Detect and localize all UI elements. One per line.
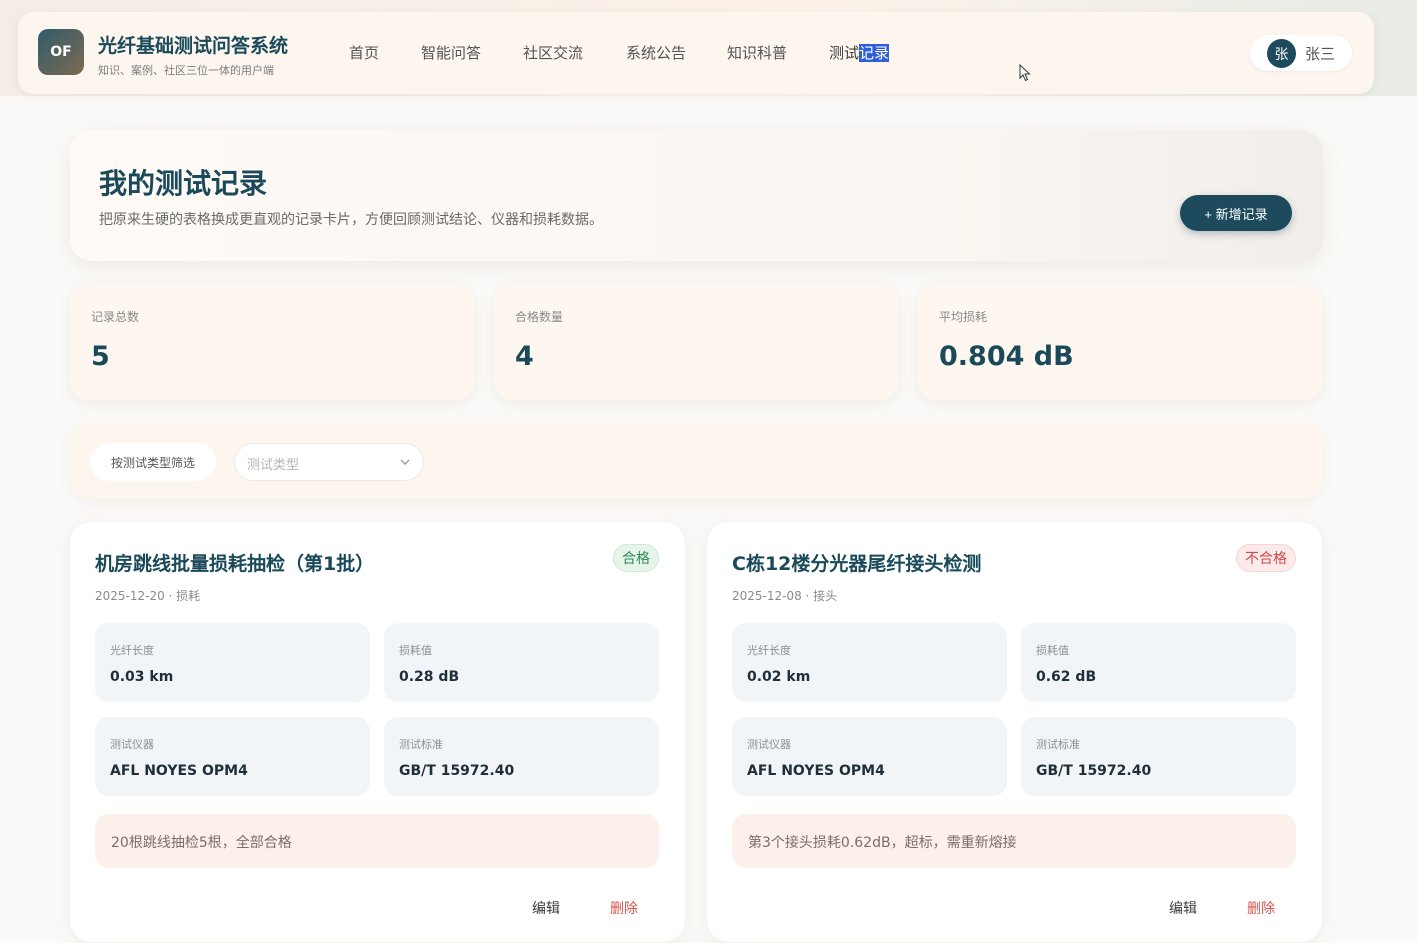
- page-header-card: 我的测试记录 把原来生硬的表格换成更直观的记录卡片，方便回顾测试结论、仪器和损耗…: [70, 130, 1323, 261]
- record-note-text: 20根跳线抽检5根，全部合格: [111, 835, 292, 851]
- field-fiber-length: 光纤长度 0.03 km: [95, 623, 370, 702]
- filter-by-type-chip[interactable]: 按测试类型筛选: [90, 443, 216, 481]
- top-navbar: OF 光纤基础测试问答系统 知识、案例、社区三位一体的用户端 首页 智能问答 社…: [18, 12, 1374, 94]
- mouse-cursor-icon: [1019, 64, 1031, 82]
- field-label: 光纤长度: [110, 644, 154, 657]
- field-value: GB/T 15972.40: [1036, 763, 1152, 779]
- page-description: 把原来生硬的表格换成更直观的记录卡片，方便回顾测试结论、仪器和损耗数据。: [99, 212, 603, 228]
- field-label: 损耗值: [399, 644, 432, 657]
- record-title: C栋12楼分光器尾纤接头检测: [732, 553, 982, 575]
- app-title: 光纤基础测试问答系统: [98, 35, 289, 57]
- edit-button[interactable]: 编辑: [532, 898, 560, 918]
- field-label: 测试标准: [1036, 738, 1080, 751]
- record-note: 20根跳线抽检5根，全部合格: [95, 814, 659, 868]
- field-fiber-length: 光纤长度 0.02 km: [732, 623, 1007, 702]
- field-loss-value: 损耗值 0.62 dB: [1021, 623, 1296, 702]
- field-label: 损耗值: [1036, 644, 1069, 657]
- filter-bar: 按测试类型筛选 测试类型: [70, 424, 1323, 499]
- stat-label: 记录总数: [91, 310, 140, 324]
- avatar: 张: [1267, 39, 1296, 68]
- text-selection-highlight: 记录: [859, 44, 890, 62]
- field-value: 0.02 km: [747, 669, 811, 685]
- field-instrument: 测试仪器 AFL NOYES OPM4: [732, 717, 1007, 796]
- app-subtitle: 知识、案例、社区三位一体的用户端: [98, 64, 274, 77]
- field-label: 测试标准: [399, 738, 443, 751]
- record-note-text: 第3个接头损耗0.62dB，超标，需重新熔接: [748, 835, 1017, 851]
- app-logo[interactable]: OF: [38, 29, 84, 75]
- edit-button[interactable]: 编辑: [1169, 898, 1197, 918]
- field-label: 测试仪器: [747, 738, 791, 751]
- add-record-button[interactable]: + 新增记录: [1180, 195, 1292, 231]
- stat-label: 合格数量: [515, 310, 564, 324]
- nav-item-test-records-label: 测试: [829, 44, 860, 62]
- stat-card-passed: 合格数量 4: [494, 285, 898, 400]
- field-standard: 测试标准 GB/T 15972.40: [1021, 717, 1296, 796]
- stat-value: 4: [515, 341, 534, 372]
- stat-card-avg-loss: 平均损耗 0.804 dB: [918, 285, 1322, 400]
- test-type-placeholder: 测试类型: [247, 458, 300, 473]
- record-title: 机房跳线批量损耗抽检（第1批）: [95, 553, 375, 575]
- user-menu[interactable]: 张 张三: [1250, 35, 1352, 71]
- record-note: 第3个接头损耗0.62dB，超标，需重新熔接: [732, 814, 1296, 868]
- record-card: 机房跳线批量损耗抽检（第1批） 合格 2025-12-20 · 损耗 光纤长度 …: [70, 522, 685, 942]
- delete-button[interactable]: 删除: [1247, 898, 1275, 918]
- nav-item-knowledge[interactable]: 知识科普: [727, 42, 787, 63]
- nav-item-home[interactable]: 首页: [349, 42, 379, 63]
- field-label: 测试仪器: [110, 738, 154, 751]
- delete-button[interactable]: 删除: [610, 898, 638, 918]
- field-value: 0.28 dB: [399, 669, 460, 685]
- field-value: AFL NOYES OPM4: [747, 763, 885, 779]
- nav-item-announcements[interactable]: 系统公告: [626, 42, 686, 63]
- status-badge: 合格: [613, 544, 659, 572]
- field-loss-value: 损耗值 0.28 dB: [384, 623, 659, 702]
- chevron-down-icon: [400, 459, 410, 465]
- stat-label: 平均损耗: [939, 310, 988, 324]
- nav-item-smart-qa[interactable]: 智能问答: [421, 42, 481, 63]
- status-badge: 不合格: [1236, 544, 1296, 572]
- page-title: 我的测试记录: [99, 167, 268, 200]
- stat-value: 0.804 dB: [939, 341, 1074, 372]
- field-value: GB/T 15972.40: [399, 763, 515, 779]
- stat-card-total: 记录总数 5: [70, 285, 474, 400]
- nav-item-test-records[interactable]: 测试记录: [829, 42, 890, 63]
- record-meta: 2025-12-20 · 损耗: [95, 589, 201, 603]
- user-name: 张三: [1305, 45, 1336, 63]
- stat-value: 5: [91, 341, 110, 372]
- field-value: AFL NOYES OPM4: [110, 763, 248, 779]
- field-standard: 测试标准 GB/T 15972.40: [384, 717, 659, 796]
- field-label: 光纤长度: [747, 644, 791, 657]
- record-meta: 2025-12-08 · 接头: [732, 589, 838, 603]
- record-card: C栋12楼分光器尾纤接头检测 不合格 2025-12-08 · 接头 光纤长度 …: [707, 522, 1322, 942]
- field-value: 0.62 dB: [1036, 669, 1097, 685]
- nav-item-community[interactable]: 社区交流: [523, 42, 583, 63]
- field-instrument: 测试仪器 AFL NOYES OPM4: [95, 717, 370, 796]
- field-value: 0.03 km: [110, 669, 174, 685]
- test-type-select[interactable]: 测试类型: [234, 443, 424, 481]
